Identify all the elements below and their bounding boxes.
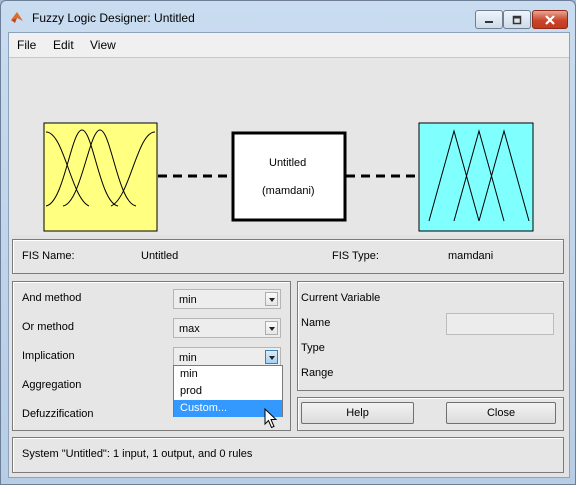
menu-edit[interactable]: Edit <box>53 38 74 52</box>
variable-range-label: Range <box>301 367 334 379</box>
mouse-cursor-icon <box>264 408 278 429</box>
or-method-value: max <box>179 323 200 335</box>
aggregation-label: Aggregation <box>22 379 82 391</box>
help-button[interactable]: Help <box>301 402 414 424</box>
close-dialog-button[interactable]: Close <box>446 402 556 424</box>
current-variable-title: Current Variable <box>301 292 381 304</box>
menu-file[interactable]: File <box>17 38 36 52</box>
window-title: Fuzzy Logic Designer: Untitled <box>32 11 195 25</box>
current-variable-box: Current Variable Name Type Range <box>297 281 564 391</box>
output-variable-block[interactable] <box>418 122 534 232</box>
menu-bar: File Edit View <box>9 33 569 57</box>
fis-info-box: FIS Name: Untitled FIS Type: mamdani <box>12 239 564 274</box>
fis-type-value: mamdani <box>448 250 494 262</box>
fis-diagram: input1 Untitled (mamdani) output1 <box>9 57 569 249</box>
status-box: System "Untitled": 1 input, 1 output, an… <box>12 437 564 473</box>
chevron-down-icon[interactable] <box>265 292 278 306</box>
title-bar[interactable]: Fuzzy Logic Designer: Untitled <box>1 1 575 33</box>
defuzzification-label: Defuzzification <box>22 408 94 420</box>
variable-type-label: Type <box>301 342 325 354</box>
and-method-value: min <box>179 294 197 306</box>
variable-name-field[interactable] <box>446 313 554 335</box>
settings-panel: FIS Name: Untitled FIS Type: mamdani And… <box>9 235 569 477</box>
system-block[interactable] <box>231 131 347 222</box>
status-text: System "Untitled": 1 input, 1 output, an… <box>22 448 253 460</box>
close-button[interactable] <box>532 10 568 29</box>
chevron-down-icon[interactable] <box>265 350 278 364</box>
minimize-button[interactable] <box>475 10 503 29</box>
and-method-label: And method <box>22 292 82 304</box>
fis-name-value: Untitled <box>141 250 179 262</box>
or-method-select[interactable]: max <box>173 318 281 338</box>
minimize-icon <box>476 11 502 28</box>
client-area: File Edit View Untitled (mamdani) FIS Na… <box>8 32 570 478</box>
app-window: Fuzzy Logic Designer: Untitled File Edit… <box>0 0 576 485</box>
buttons-box: Help Close <box>297 397 564 431</box>
menu-view[interactable]: View <box>90 38 116 52</box>
matlab-logo-icon <box>11 12 23 23</box>
system-type-label: (mamdani) <box>262 185 315 197</box>
maximize-icon <box>504 11 530 28</box>
maximize-button[interactable] <box>503 10 531 29</box>
fis-name-label: FIS Name: <box>22 250 75 262</box>
close-icon <box>533 11 567 28</box>
implication-select[interactable]: min <box>173 347 281 367</box>
variable-name-label: Name <box>301 317 331 329</box>
and-method-select[interactable]: min <box>173 289 281 309</box>
chevron-down-icon[interactable] <box>265 321 278 335</box>
implication-label: Implication <box>22 350 75 362</box>
implication-option-prod[interactable]: prod <box>174 383 282 400</box>
fis-type-label: FIS Type: <box>332 250 379 262</box>
system-name-label: Untitled <box>269 157 307 169</box>
or-method-label: Or method <box>22 321 74 333</box>
implication-option-min[interactable]: min <box>174 366 282 383</box>
implication-value: min <box>179 352 197 364</box>
